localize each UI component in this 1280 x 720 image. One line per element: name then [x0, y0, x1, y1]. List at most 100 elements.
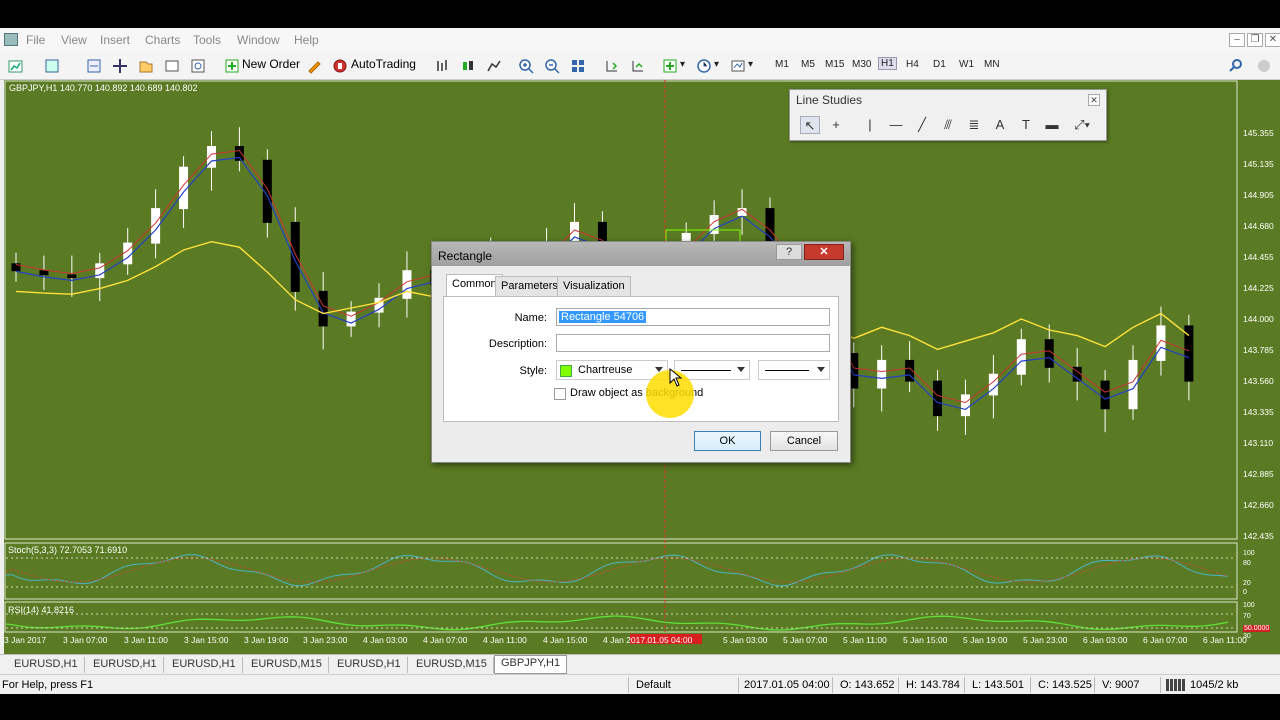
chart-tab[interactable]: EURUSD,H1 [166, 657, 243, 673]
status-profile[interactable]: Default [636, 679, 671, 691]
chat-icon[interactable] [1256, 58, 1272, 74]
autotrading-button[interactable]: AutoTrading [351, 57, 416, 75]
menu-file[interactable]: File [26, 33, 45, 47]
shapes-menu-icon[interactable]: ⤢▾ [1072, 116, 1092, 134]
close-icon[interactable]: ✕ [1265, 33, 1280, 47]
timeframe-h1[interactable]: H1 [878, 57, 897, 70]
menu-window[interactable]: Window [237, 33, 280, 47]
menu-charts[interactable]: Charts [145, 33, 180, 47]
stoch-level: 100 [1243, 550, 1255, 557]
rsi-header: RSI(14) 41.8216 [8, 605, 75, 615]
market-watch-icon[interactable] [86, 58, 102, 74]
line-width-sample [765, 370, 809, 371]
crosshair-icon[interactable]: + [826, 116, 846, 134]
chart-tab-active[interactable]: GBPJPY,H1 [494, 655, 568, 674]
time-label: 5 Jan 19:00 [963, 635, 1008, 645]
line-studies-toolbar[interactable]: Line Studies ✕ ↖ + | — ╱ ⫻ ≣ A T ▬ ⤢▾ [789, 89, 1107, 141]
chart-tab[interactable]: EURUSD,M15 [245, 657, 329, 673]
metaeditor-icon[interactable] [306, 58, 322, 74]
text-icon[interactable]: A [990, 116, 1010, 134]
description-field[interactable] [556, 334, 830, 352]
time-label: 3 Jan 23:00 [303, 635, 348, 645]
candle-body [67, 274, 77, 279]
chart-tab[interactable]: EURUSD,H1 [8, 657, 85, 673]
stoch-level: 0 [1243, 589, 1247, 596]
dialog-close-button[interactable]: ✕ [804, 244, 844, 260]
strategy-tester-icon[interactable] [190, 58, 206, 74]
bar-chart-icon[interactable] [434, 58, 450, 74]
indicators-dropdown-icon[interactable]: ▾ [680, 59, 685, 70]
new-order-icon[interactable] [224, 58, 240, 74]
menu-view[interactable]: View [61, 33, 87, 47]
indicators-icon[interactable] [662, 58, 678, 74]
horizontal-line-icon[interactable]: — [886, 116, 906, 134]
search-icon[interactable] [1228, 58, 1244, 74]
timeframe-d1[interactable]: D1 [933, 59, 946, 70]
tab-parameters[interactable]: Parameters [495, 276, 564, 296]
zoom-out-icon[interactable] [544, 58, 560, 74]
timeframe-m5[interactable]: M5 [801, 59, 815, 70]
chart-tab[interactable]: EURUSD,H1 [87, 657, 164, 673]
background-checkbox[interactable] [554, 388, 566, 400]
restore-icon[interactable]: ❐ [1247, 33, 1263, 47]
timeframe-w1[interactable]: W1 [959, 59, 974, 70]
cancel-button[interactable]: Cancel [770, 431, 838, 451]
connection-bars-icon [1166, 679, 1185, 691]
text-label-icon[interactable]: T [1016, 116, 1036, 134]
timeframe-m1[interactable]: M1 [775, 59, 789, 70]
chart-tab[interactable]: EURUSD,H1 [331, 657, 408, 673]
cursor-icon[interactable]: ↖ [800, 116, 820, 134]
line-width-select[interactable] [758, 360, 830, 380]
time-label: 4 Jan 03:00 [363, 635, 408, 645]
price-label: 142.660 [1243, 500, 1274, 510]
new-chart-icon[interactable] [8, 58, 24, 74]
help-button[interactable]: ? [776, 244, 802, 260]
trendline-icon[interactable]: ╱ [912, 116, 932, 134]
status-open: O: 143.652 [840, 679, 895, 691]
channel-icon[interactable]: ≣ [964, 116, 984, 134]
menu-insert[interactable]: Insert [100, 33, 130, 47]
data-window-icon[interactable] [112, 58, 128, 74]
terminal-icon[interactable] [164, 58, 180, 74]
zoom-in-icon[interactable] [518, 58, 534, 74]
rectangle-label-icon[interactable]: ▬ [1042, 116, 1062, 134]
minimize-icon[interactable]: – [1229, 33, 1245, 47]
candle-body [933, 380, 943, 417]
chart-shift-icon[interactable] [604, 58, 620, 74]
candle-body [402, 270, 412, 299]
mouse-cursor-icon [669, 368, 683, 387]
fibonacci-icon[interactable]: ⫻ [938, 116, 958, 134]
ok-button[interactable]: OK [694, 431, 761, 451]
candlestick-icon[interactable] [460, 58, 476, 74]
dialog-titlebar[interactable]: Rectangle ? ✕ [432, 242, 850, 266]
timeframe-m15[interactable]: M15 [825, 59, 844, 70]
profiles-icon[interactable] [44, 58, 60, 74]
templates-icon[interactable] [730, 58, 746, 74]
autoscroll-icon[interactable] [630, 58, 646, 74]
vertical-line-icon[interactable]: | [860, 116, 880, 134]
timeframe-mn[interactable]: MN [984, 59, 1000, 70]
tile-windows-icon[interactable] [570, 58, 586, 74]
timeframe-m30[interactable]: M30 [852, 59, 871, 70]
line-chart-icon[interactable] [486, 58, 502, 74]
periods-clock-icon[interactable] [696, 58, 712, 74]
menu-help[interactable]: Help [294, 33, 319, 47]
tab-visualization[interactable]: Visualization [557, 276, 631, 296]
templates-dropdown-icon[interactable]: ▾ [748, 59, 753, 70]
menu-tools[interactable]: Tools [193, 33, 221, 47]
rsi-level: 100 [1243, 602, 1255, 609]
timeframe-h4[interactable]: H4 [906, 59, 919, 70]
divider [738, 677, 739, 693]
chart-tab[interactable]: EURUSD,M15 [410, 657, 494, 673]
navigator-icon[interactable] [138, 58, 154, 74]
periods-dropdown-icon[interactable]: ▾ [714, 59, 719, 70]
divider [898, 677, 899, 693]
autotrading-icon[interactable] [332, 58, 348, 74]
rectangle-properties-dialog[interactable]: Rectangle ? ✕ Common Parameters Visualiz… [431, 241, 851, 463]
common-tab-pane: Name: Rectangle 54706 Description: Style… [443, 296, 839, 422]
rsi-level: 50.0000 [1243, 625, 1271, 632]
stoch-header: Stoch(5,3,3) 72.7053 71.6910 [8, 545, 128, 555]
name-field[interactable]: Rectangle 54706 [556, 308, 830, 326]
new-order-button[interactable]: New Order [242, 57, 300, 75]
close-icon[interactable]: ✕ [1088, 94, 1100, 106]
